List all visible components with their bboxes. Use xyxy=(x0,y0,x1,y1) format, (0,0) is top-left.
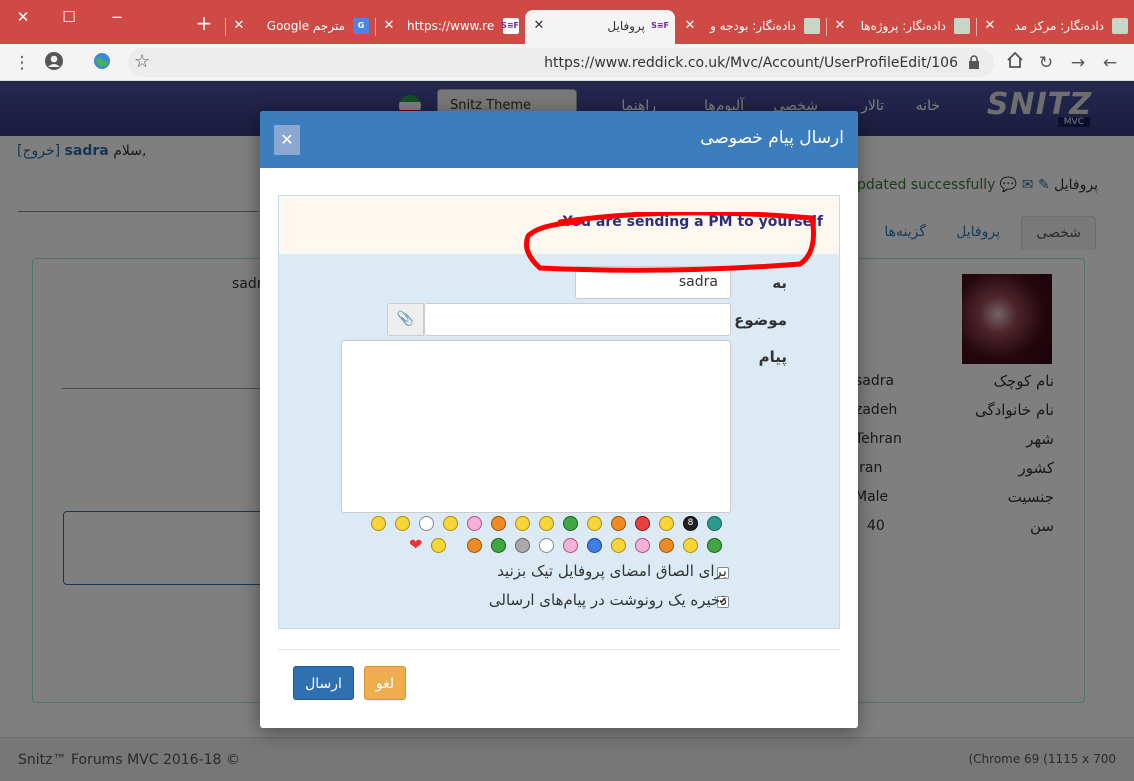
dead-smiley-icon[interactable] xyxy=(539,538,554,553)
close-tab-icon[interactable]: ✕ xyxy=(832,17,848,35)
url-text[interactable]: https://www.reddick.co.uk/Mvc/Account/Us… xyxy=(544,55,958,71)
pm-dialog: ارسال پیام خصوصی ✕ You are sending a PM … xyxy=(260,111,858,728)
browser-tab[interactable]: G مترجم Google ✕ xyxy=(225,10,375,44)
shocked-smiley-icon[interactable] xyxy=(587,538,602,553)
extension-globe-icon[interactable] xyxy=(90,51,114,75)
close-icon[interactable]: ✕ xyxy=(274,125,300,155)
browser-tab[interactable]: داده‌نگار: بودجه و ✕ xyxy=(676,10,826,44)
new-tab-button[interactable]: + xyxy=(193,12,215,34)
tab-title: https://www.red xyxy=(407,19,495,33)
cancel-button[interactable]: لغو xyxy=(364,666,406,700)
address-bar: ⋮ ☆ https://www.reddick.co.uk/Mvc/Accoun… xyxy=(0,44,1134,81)
evil-smiley-icon[interactable] xyxy=(659,538,674,553)
sick-smiley-icon[interactable] xyxy=(563,516,578,531)
cool-smiley-icon[interactable] xyxy=(395,516,410,531)
dialog-header: ارسال پیام خصوصی ✕ xyxy=(260,111,858,168)
page: SNITZ MVC خانه تالار شخصی آلبوم‌ها راهنم… xyxy=(0,81,1134,781)
tab-title: مترجم Google xyxy=(266,19,345,33)
dialog-title: ارسال پیام خصوصی xyxy=(700,128,844,148)
home-icon[interactable] xyxy=(1003,51,1027,75)
sad-smiley-icon[interactable] xyxy=(611,538,626,553)
big-grin-smiley-icon[interactable] xyxy=(539,516,554,531)
forward-icon[interactable]: ← xyxy=(1098,51,1122,75)
maximize-window-icon[interactable]: ☐ xyxy=(58,6,80,28)
grin-smiley-icon[interactable] xyxy=(491,516,506,531)
close-tab-icon[interactable]: ✕ xyxy=(531,17,547,35)
close-tab-icon[interactable]: ✕ xyxy=(381,17,397,35)
smile-icon[interactable] xyxy=(443,516,458,531)
tab-title: داده‌نگار: مرکز مد xyxy=(1014,19,1104,33)
smile-icon[interactable] xyxy=(659,516,674,531)
angry-red-smiley-icon[interactable] xyxy=(635,516,650,531)
snitz-favicon-icon: S≡F xyxy=(501,18,519,34)
sick-smiley-icon[interactable] xyxy=(707,538,722,553)
kiss-smiley-icon[interactable] xyxy=(563,538,578,553)
divider xyxy=(278,649,840,650)
close-tab-icon[interactable]: ✕ xyxy=(682,17,698,35)
browser-tab-active[interactable]: S≡F پروفایل ✕ xyxy=(525,10,675,44)
tongue-smiley-icon[interactable] xyxy=(467,538,482,553)
question-smiley-icon[interactable] xyxy=(707,516,722,531)
sad-smiley-icon[interactable] xyxy=(683,538,698,553)
browser-tab-bar: ✕ ☐ − + داده‌نگار: مرکز مد ✕ داده‌نگار: … xyxy=(0,0,1134,44)
snitz-favicon-icon: S≡F xyxy=(651,21,669,30)
subject-field[interactable] xyxy=(424,303,731,336)
heart-icon[interactable]: ❤ xyxy=(409,537,425,553)
sick-smiley-icon[interactable] xyxy=(515,538,530,553)
news-favicon-icon xyxy=(804,18,820,34)
omnibox[interactable]: ☆ https://www.reddick.co.uk/Mvc/Account/… xyxy=(128,48,994,77)
message-label: پیام xyxy=(758,348,787,366)
smile-icon[interactable] xyxy=(371,516,386,531)
google-translate-icon: G xyxy=(353,18,369,34)
browser-tab[interactable]: S≡F https://www.red ✕ xyxy=(375,10,525,44)
tab-title: داده‌نگار: پروژه‌ها xyxy=(860,19,946,33)
lock-icon xyxy=(969,55,979,69)
blush-smiley-icon[interactable] xyxy=(467,516,482,531)
tab-title: پروفایل xyxy=(607,19,645,33)
paperclip-icon[interactable]: 📎 xyxy=(387,303,424,336)
tab-title: داده‌نگار: بودجه و xyxy=(710,19,796,33)
profile-avatar-icon[interactable] xyxy=(42,51,66,75)
close-tab-icon[interactable]: ✕ xyxy=(231,17,247,35)
happy-devil-smiley-icon[interactable] xyxy=(491,538,506,553)
eight-ball-icon[interactable]: 8 xyxy=(683,516,698,531)
news-favicon-icon xyxy=(1112,18,1128,34)
minimize-window-icon[interactable]: − xyxy=(106,6,128,28)
nerd-smiley-icon[interactable] xyxy=(515,516,530,531)
close-tab-icon[interactable]: ✕ xyxy=(982,17,998,35)
browser-tab[interactable]: داده‌نگار: پروژه‌ها ✕ xyxy=(826,10,976,44)
save-copy-checkbox-label[interactable]: ذخیره یک رونوشت در پیام‌های ارسالی xyxy=(489,591,727,609)
red-annotation-mark xyxy=(524,212,816,273)
bookmark-star-icon[interactable]: ☆ xyxy=(134,51,150,72)
subject-label: موضوع xyxy=(734,311,787,329)
reload-icon[interactable]: ↻ xyxy=(1034,51,1058,75)
wink-smiley-icon[interactable] xyxy=(635,538,650,553)
back-icon[interactable]: → xyxy=(1066,51,1090,75)
menu-icon[interactable]: ⋮ xyxy=(10,51,34,75)
close-window-icon[interactable]: ✕ xyxy=(12,6,34,28)
sleepy-smiley-icon[interactable] xyxy=(587,516,602,531)
thumbs-up-smiley-icon[interactable] xyxy=(431,538,446,553)
signature-checkbox-label[interactable]: برای الصاق امضای پروفایل تیک بزنید xyxy=(497,562,727,580)
send-button[interactable]: ارسال xyxy=(293,666,354,700)
angry-smiley-icon[interactable] xyxy=(611,516,626,531)
news-favicon-icon xyxy=(954,18,970,34)
clown-smiley-icon[interactable] xyxy=(419,516,434,531)
browser-tab[interactable]: داده‌نگار: مرکز مد ✕ xyxy=(976,10,1134,44)
message-textarea[interactable] xyxy=(341,340,731,513)
